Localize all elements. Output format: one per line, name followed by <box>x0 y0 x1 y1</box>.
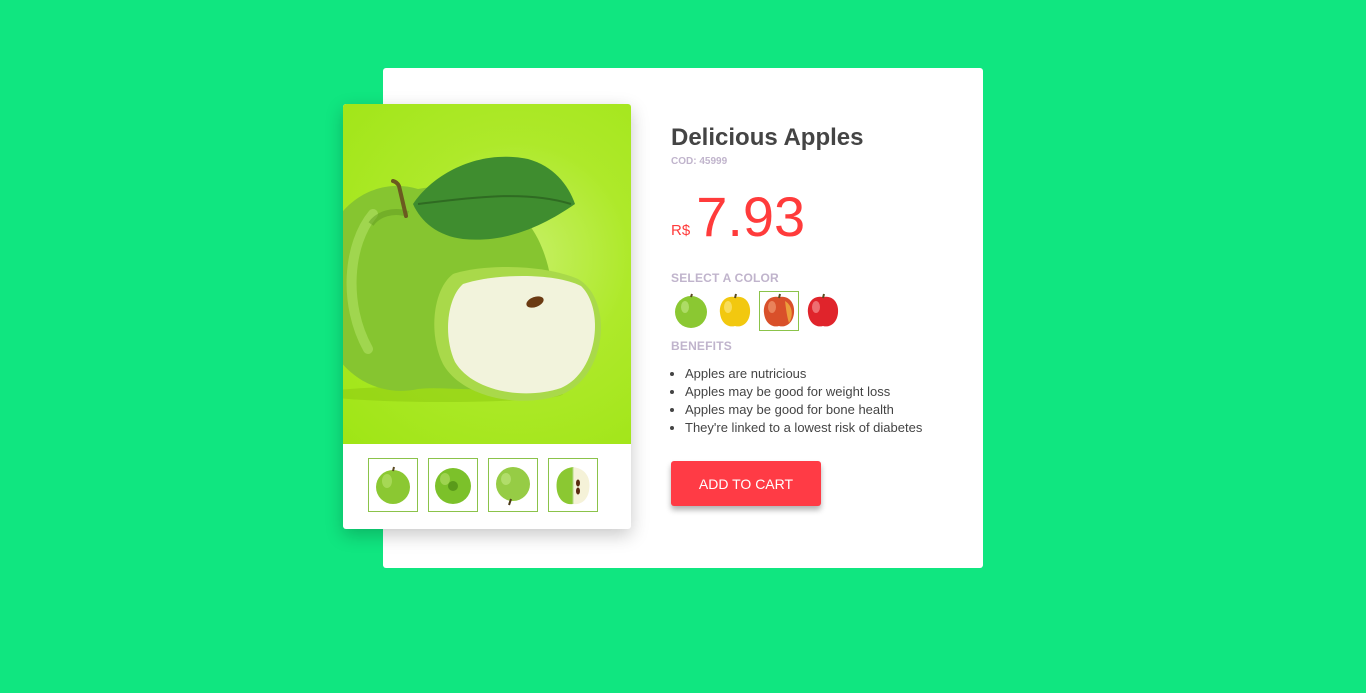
yellow-apple-icon <box>719 293 751 327</box>
green-apple-thumb-icon <box>376 466 410 504</box>
product-price: R$ 7.93 <box>671 185 961 245</box>
thumbnail-strip <box>368 458 598 512</box>
thumbnail-3[interactable] <box>488 458 538 512</box>
main-product-photo <box>343 104 631 444</box>
color-swatch-red-yellow[interactable] <box>759 291 799 331</box>
price-currency: R$ <box>671 222 691 239</box>
color-swatch-yellow[interactable] <box>715 291 755 331</box>
benefits-label: BENEFITS <box>671 339 732 353</box>
list-item: Apples may be good for bone health <box>685 401 961 419</box>
product-info: Delicious Apples COD: 45999 R$ 7.93 SELE… <box>671 124 961 506</box>
list-item: They're linked to a lowest risk of diabe… <box>685 419 961 437</box>
product-gallery <box>343 104 631 529</box>
price-amount: 7.93 <box>696 185 806 248</box>
green-apple-side-thumb-icon <box>496 467 530 506</box>
thumbnail-2[interactable] <box>428 458 478 512</box>
product-title: Delicious Apples <box>671 124 864 151</box>
list-item: Apples are nutricious <box>685 365 961 383</box>
benefits-list: Apples are nutricious Apples may be good… <box>671 365 961 437</box>
thumbnail-4[interactable] <box>548 458 598 512</box>
add-to-cart-button[interactable]: ADD TO CART <box>671 461 821 506</box>
green-apple-top-thumb-icon <box>435 468 471 504</box>
product-code: COD: 45999 <box>671 156 728 167</box>
red-yellow-apple-icon <box>763 293 795 327</box>
color-swatch-green[interactable] <box>671 291 711 331</box>
red-apple-icon <box>807 293 839 327</box>
thumbnail-1[interactable] <box>368 458 418 512</box>
green-apple-icon <box>675 293 707 328</box>
select-color-label: SELECT A COLOR <box>671 271 779 285</box>
color-swatches <box>671 291 961 331</box>
green-apple-image <box>343 156 601 402</box>
apple-half-thumb-icon <box>556 467 590 505</box>
color-swatch-red[interactable] <box>803 291 843 331</box>
list-item: Apples may be good for weight loss <box>685 383 961 401</box>
